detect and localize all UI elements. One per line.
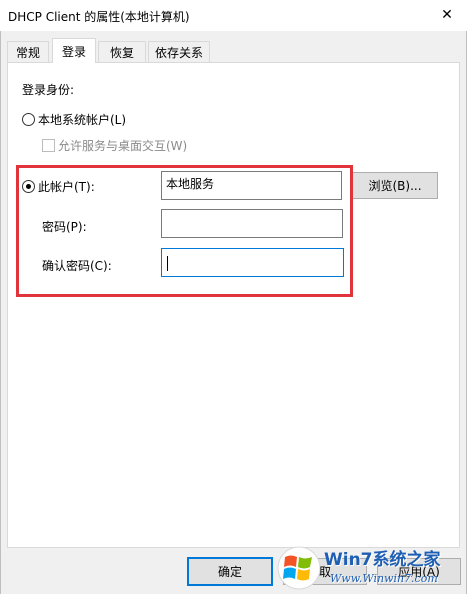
- windows-logo-icon: [277, 546, 321, 590]
- text-caret: [167, 256, 168, 271]
- watermark-url: Www.Winwin7.com: [330, 572, 438, 585]
- confirm-password-label: 确认密码(C):: [42, 259, 112, 273]
- local-system-label[interactable]: 本地系统帐户(L): [38, 111, 126, 128]
- ok-button[interactable]: 确定: [187, 557, 273, 586]
- password-label: 密码(P):: [42, 220, 87, 234]
- this-account-label[interactable]: 此帐户(T):: [38, 178, 95, 195]
- site-watermark: Win7系统之家 Www.Winwin7.com: [272, 543, 464, 593]
- browse-button[interactable]: 浏览(B)...: [352, 172, 438, 199]
- browse-label: 浏览(B)...: [368, 179, 422, 193]
- interact-desktop-label: 允许服务与桌面交互(W): [58, 139, 188, 153]
- confirm-password-input[interactable]: [161, 248, 344, 277]
- this-account-radio[interactable]: [22, 180, 35, 193]
- watermark-brand: Win7系统之家: [324, 550, 441, 570]
- ok-label: 确定: [217, 565, 242, 579]
- interact-desktop-checkbox[interactable]: [42, 139, 55, 152]
- account-input[interactable]: 本地服务: [161, 171, 342, 200]
- password-input[interactable]: [161, 209, 343, 238]
- account-value: 本地服务: [166, 177, 215, 191]
- logon-as-label: 登录身份:: [22, 83, 75, 97]
- local-system-radio[interactable]: [22, 113, 35, 126]
